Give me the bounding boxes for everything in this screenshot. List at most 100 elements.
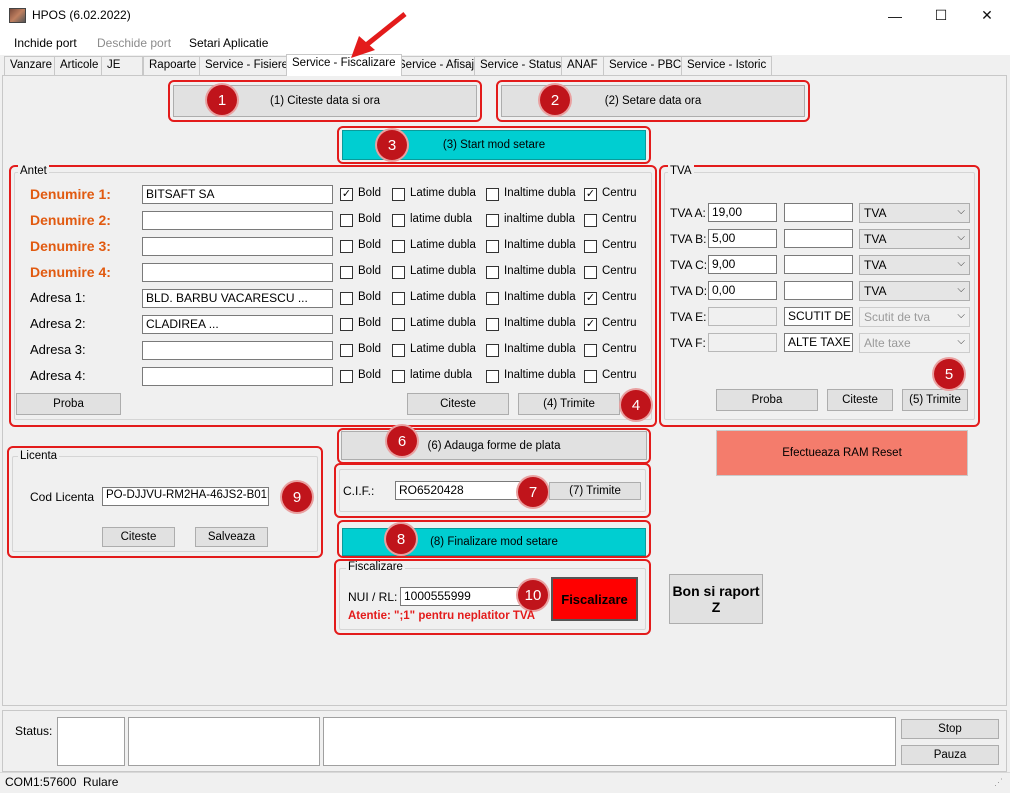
tva-type-select[interactable]: TVA ⌵ xyxy=(859,203,970,223)
licenta-salveaza-button[interactable]: Salveaza xyxy=(195,527,268,547)
tab-rapoarte[interactable]: Rapoarte xyxy=(143,56,203,75)
minimize-button[interactable]: — xyxy=(872,0,918,31)
centru-label: Centru xyxy=(602,369,637,381)
bold-checkbox[interactable] xyxy=(340,266,353,279)
cif-trimite-button[interactable]: (7) Trimite xyxy=(549,482,641,500)
latime-dubla-checkbox[interactable] xyxy=(392,188,405,201)
tva-rate-input[interactable]: 0,00 xyxy=(708,281,777,300)
tva-proba-button[interactable]: Proba xyxy=(716,389,818,411)
fiscalizare-button[interactable]: Fiscalizare xyxy=(551,577,638,621)
tva-rate-input[interactable]: 9,00 xyxy=(708,255,777,274)
antet-row-input[interactable] xyxy=(142,367,333,386)
tva-type-select[interactable]: TVA ⌵ xyxy=(859,255,970,275)
bold-checkbox[interactable] xyxy=(340,344,353,357)
inaltime-dubla-checkbox[interactable] xyxy=(486,318,499,331)
cod-licenta-input[interactable]: PO-DJJVU-RM2HA-46JS2-B01DR xyxy=(102,487,269,506)
antet-row-input[interactable]: CLADIREA ... xyxy=(142,315,333,334)
inaltime-dubla-label: Inaltime dubla xyxy=(504,187,576,199)
tab-service-status[interactable]: Service - Status xyxy=(474,56,568,75)
inaltime-dubla-checkbox[interactable] xyxy=(486,214,499,227)
tab-vanzare[interactable]: Vanzare xyxy=(4,56,58,75)
latime-dubla-checkbox[interactable] xyxy=(392,344,405,357)
centru-checkbox[interactable] xyxy=(584,214,597,227)
tva-trimite-button[interactable]: (5) Trimite xyxy=(902,389,968,411)
antet-row-input[interactable]: BLD. BARBU VACARESCU ... xyxy=(142,289,333,308)
tab-articole[interactable]: Articole xyxy=(54,56,105,75)
tva-name-input[interactable]: SCUTIT DE T xyxy=(784,307,853,326)
latime-dubla-checkbox[interactable] xyxy=(392,292,405,305)
title-bar xyxy=(0,0,1010,31)
close-button[interactable]: ✕ xyxy=(964,0,1010,31)
bold-checkbox[interactable] xyxy=(340,292,353,305)
licenta-legend: Licenta xyxy=(18,450,60,462)
centru-checkbox[interactable] xyxy=(584,370,597,383)
antet-row-input[interactable]: BITSAFT SA xyxy=(142,185,333,204)
menu-setari-aplicatie[interactable]: Setari Aplicatie xyxy=(189,36,268,50)
latime-dubla-checkbox[interactable] xyxy=(392,370,405,383)
centru-label: Centru xyxy=(602,239,637,251)
tva-name-input[interactable]: ALTE TAXE xyxy=(784,333,853,352)
antet-row-input[interactable] xyxy=(142,237,333,256)
nui-rl-input[interactable]: 1000555999 xyxy=(400,587,530,606)
tva-type-select[interactable]: Alte taxe ⌵ xyxy=(859,333,970,353)
centru-checkbox[interactable] xyxy=(584,240,597,253)
bold-checkbox[interactable] xyxy=(340,214,353,227)
tva-name-input[interactable] xyxy=(784,281,853,300)
menu-deschide-port[interactable]: Deschide port xyxy=(97,36,171,50)
tva-name-input[interactable] xyxy=(784,255,853,274)
tva-type-select[interactable]: TVA ⌵ xyxy=(859,281,970,301)
centru-checkbox[interactable] xyxy=(584,266,597,279)
tab-service-istoric[interactable]: Service - Istoric xyxy=(681,56,773,75)
tva-type-select[interactable]: Scutit de tva ⌵ xyxy=(859,307,970,327)
antet-row-label: Denumire 1: xyxy=(30,186,111,202)
centru-checkbox[interactable]: ✓ xyxy=(584,318,597,331)
bold-checkbox[interactable] xyxy=(340,240,353,253)
licenta-citeste-button[interactable]: Citeste xyxy=(102,527,175,547)
centru-checkbox[interactable]: ✓ xyxy=(584,292,597,305)
ram-reset-button[interactable]: Efectueaza RAM Reset xyxy=(716,430,968,476)
tva-rate-input[interactable]: 5,00 xyxy=(708,229,777,248)
inaltime-dubla-checkbox[interactable] xyxy=(486,266,499,279)
antet-row-input[interactable] xyxy=(142,263,333,282)
tva-rate-input[interactable] xyxy=(708,333,777,352)
antet-row-input[interactable] xyxy=(142,341,333,360)
centru-checkbox[interactable]: ✓ xyxy=(584,188,597,201)
inaltime-dubla-checkbox[interactable] xyxy=(486,344,499,357)
bon-raport-z-button[interactable]: Bon si raport Z xyxy=(669,574,763,624)
maximize-button[interactable]: ☐ xyxy=(918,0,964,31)
resize-grip-icon[interactable]: ⋰ xyxy=(994,777,1003,788)
bold-checkbox[interactable]: ✓ xyxy=(340,188,353,201)
tva-type-select[interactable]: TVA ⌵ xyxy=(859,229,970,249)
pauza-button[interactable]: Pauza xyxy=(901,745,999,765)
inaltime-dubla-checkbox[interactable] xyxy=(486,240,499,253)
antet-trimite-button[interactable]: (4) Trimite xyxy=(518,393,620,415)
inaltime-dubla-checkbox[interactable] xyxy=(486,370,499,383)
inaltime-dubla-checkbox[interactable] xyxy=(486,188,499,201)
latime-dubla-checkbox[interactable] xyxy=(392,318,405,331)
antet-legend: Antet xyxy=(18,165,49,177)
tva-rate-input[interactable] xyxy=(708,307,777,326)
bold-checkbox[interactable] xyxy=(340,370,353,383)
tab-anaf[interactable]: ANAF xyxy=(561,56,604,75)
antet-row-input[interactable] xyxy=(142,211,333,230)
tva-rate-input[interactable]: 19,00 xyxy=(708,203,777,222)
tva-type-value: Scutit de tva xyxy=(864,310,931,324)
latime-dubla-checkbox[interactable] xyxy=(392,214,405,227)
tva-citeste-button[interactable]: Citeste xyxy=(827,389,893,411)
tva-name-input[interactable] xyxy=(784,229,853,248)
bold-checkbox[interactable] xyxy=(340,318,353,331)
inaltime-dubla-checkbox[interactable] xyxy=(486,292,499,305)
antet-citeste-button[interactable]: Citeste xyxy=(407,393,509,415)
tab-service-fisiere[interactable]: Service - Fisiere xyxy=(199,56,295,75)
latime-dubla-checkbox[interactable] xyxy=(392,266,405,279)
tva-name-input[interactable] xyxy=(784,203,853,222)
tab-je[interactable]: JE xyxy=(101,56,143,75)
status-panel-2 xyxy=(128,717,320,766)
latime-dubla-label: Latime dubla xyxy=(410,343,476,355)
tab-service-pbc[interactable]: Service - PBC xyxy=(603,56,688,75)
antet-proba-button[interactable]: Proba xyxy=(16,393,121,415)
stop-button[interactable]: Stop xyxy=(901,719,999,739)
latime-dubla-checkbox[interactable] xyxy=(392,240,405,253)
centru-checkbox[interactable] xyxy=(584,344,597,357)
menu-inchide-port[interactable]: Inchide port xyxy=(14,36,77,50)
